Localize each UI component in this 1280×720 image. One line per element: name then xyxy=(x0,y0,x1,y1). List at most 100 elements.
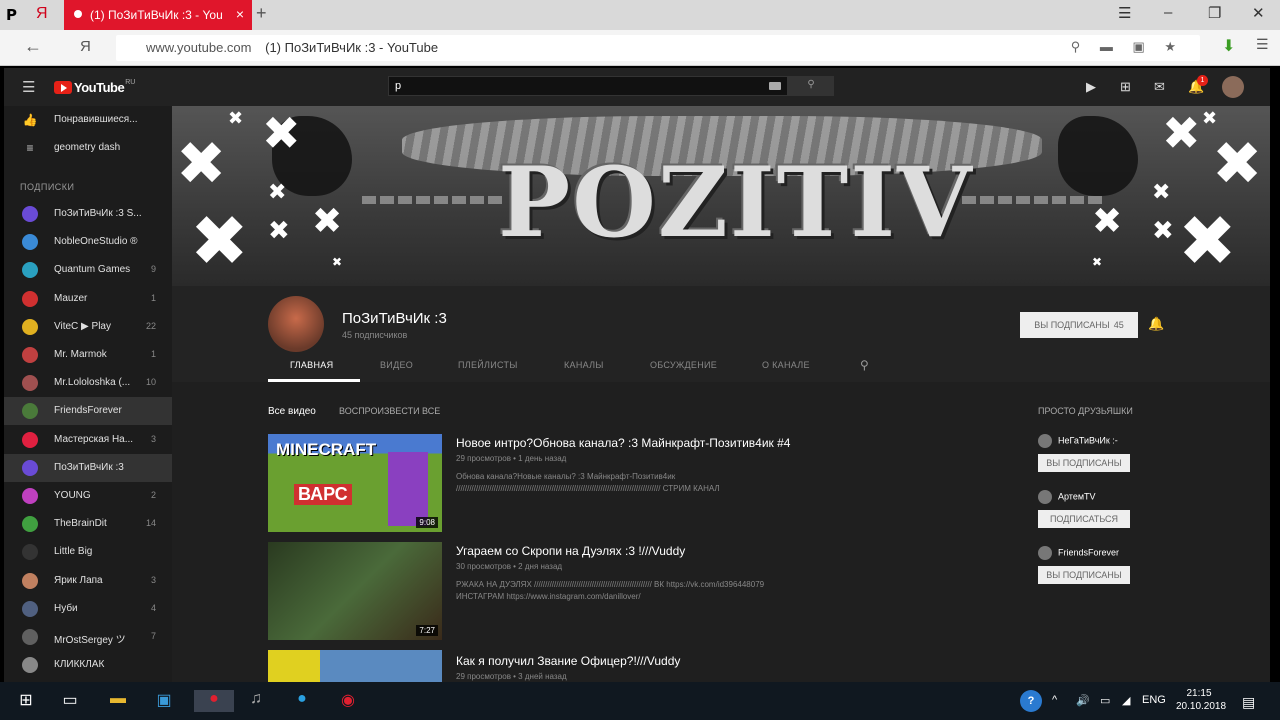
minimize-button[interactable]: – xyxy=(1164,4,1172,21)
task-view-icon[interactable]: ▭ xyxy=(58,690,82,712)
sidebar-sub-item[interactable]: NobleOneStudio ® xyxy=(4,228,172,256)
keyboard-icon[interactable] xyxy=(769,82,781,90)
sidebar-item-liked[interactable]: 👍 Понравившиеся... xyxy=(4,106,172,134)
section-all-videos[interactable]: Все видео xyxy=(268,406,316,417)
channel-name: ПоЗиТиВчИк :3 xyxy=(342,310,447,327)
sidebar-sub-item[interactable]: Mr.Lololoshka (... 10 xyxy=(4,369,172,397)
video-title-2[interactable]: Угараем со Скропи на Дуэлях :3 !///Vuddy xyxy=(456,544,685,558)
youtube-logo[interactable]: YouTube RU xyxy=(54,79,135,95)
banner-chain-left xyxy=(362,196,502,204)
tab-about[interactable]: О КАНАЛЕ xyxy=(762,360,810,370)
recorder-icon[interactable]: ◉ xyxy=(336,690,360,712)
channel-search-icon[interactable]: ⚲ xyxy=(860,358,869,372)
search-input[interactable]: p xyxy=(388,76,788,96)
sidebar-sub-item[interactable]: Little Big xyxy=(4,538,172,566)
tab-videos[interactable]: ВИДЕО xyxy=(380,360,413,370)
related-channel-2[interactable]: АртемTV xyxy=(1038,490,1096,504)
sidebar-sub-item[interactable]: Ярик Лапа 3 xyxy=(4,567,172,595)
channel-avatar[interactable] xyxy=(268,296,324,352)
sidebar-item-playlist[interactable]: ≡ geometry dash xyxy=(4,134,172,162)
play-all-link[interactable]: ВОСПРОИЗВЕСТИ ВСЕ xyxy=(339,406,440,416)
channel-header: ПоЗиТиВчИк :3 45 подписчиков ВЫ ПОДПИСАН… xyxy=(172,286,1270,382)
sidebar-sub-item[interactable]: TheBrainDit 14 xyxy=(4,510,172,538)
battery-icon[interactable]: ▭ xyxy=(1100,694,1110,707)
x-mark-icon: ✖ xyxy=(1092,255,1103,269)
sidebar-sub-item[interactable]: Quantum Games 9 xyxy=(4,256,172,284)
account-avatar[interactable] xyxy=(1222,76,1244,98)
video-thumbnail-2[interactable]: 7:27 xyxy=(268,542,442,640)
itunes-icon[interactable]: ♫ xyxy=(244,690,268,712)
store-icon[interactable]: ▣ xyxy=(152,690,176,712)
sidebar-sub-item[interactable]: YOUNG 2 xyxy=(4,482,172,510)
skype-icon[interactable]: ● xyxy=(290,690,314,712)
sidebar-sub-item[interactable]: MrOstSergey ツ 7 xyxy=(4,623,172,651)
apps-icon[interactable]: ⊞ xyxy=(1120,79,1131,95)
search-button[interactable]: ⚲ xyxy=(788,76,834,96)
related-subscribed-button-3[interactable]: ВЫ ПОДПИСАНЫ xyxy=(1038,566,1130,584)
network-icon[interactable]: ◢ xyxy=(1122,694,1130,707)
sidebar-sub-item[interactable]: Mauzer 1 xyxy=(4,285,172,313)
sidebar-sub-item[interactable]: Mr. Marmok 1 xyxy=(4,341,172,369)
tray-chevron-icon[interactable]: ^ xyxy=(1052,694,1057,706)
volume-icon[interactable]: 🔊 xyxy=(1076,694,1090,707)
video-title-1[interactable]: Новое интро?Обнова канала? :3 Майнкрафт-… xyxy=(456,436,790,450)
browser-menu-icon[interactable]: ☰ xyxy=(1256,36,1269,53)
sidebar-sub-item[interactable]: КЛИККЛАК xyxy=(4,651,172,679)
guide-menu-icon[interactable]: ☰ xyxy=(22,78,35,96)
logo-text: YouTube xyxy=(74,79,125,95)
sidebar-sub-item[interactable]: Мастерская На... 3 xyxy=(4,426,172,454)
sidebar-sub-item[interactable]: ПоЗиТиВчИк :3 xyxy=(4,453,172,482)
sidebar-sub-item[interactable]: ViteC ▶ Play 22 xyxy=(4,313,172,341)
sidebar-sub-item[interactable]: ПоЗиТиВчИк :3 S... xyxy=(4,200,172,228)
notification-bell-icon[interactable]: 🔔 xyxy=(1148,316,1164,332)
sidebar-sub-label: Mr. Marmok xyxy=(54,349,107,360)
back-button[interactable]: ← xyxy=(24,36,42,57)
subscribed-button[interactable]: ВЫ ПОДПИСАНЫ 45 xyxy=(1020,312,1138,338)
related-channel-1[interactable]: НеГаТиВчИк :- xyxy=(1038,434,1118,448)
related-subscribe-button-2[interactable]: ПОДПИСАТЬСЯ xyxy=(1038,510,1130,528)
tab-discussion[interactable]: ОБСУЖДЕНИЕ xyxy=(650,360,717,370)
help-icon[interactable]: ? xyxy=(1020,690,1042,712)
close-window-button[interactable]: ✕ xyxy=(1252,4,1265,22)
download-icon[interactable]: ⬇ xyxy=(1222,36,1242,56)
related-name: АртемTV xyxy=(1058,491,1096,502)
youtube-masthead: ☰ YouTube RU p ⚲ ▶ ⊞ ✉ 🔔 1 xyxy=(4,68,1270,106)
new-tab-button[interactable]: + xyxy=(256,3,267,24)
yandex-browser-taskbar-icon[interactable]: ● xyxy=(194,690,234,712)
sidebar-sub-item[interactable]: FriendsForever xyxy=(4,397,172,426)
yandex-home-icon[interactable]: Я xyxy=(80,38,91,55)
action-center-icon[interactable]: ▤ xyxy=(1242,694,1255,711)
sidebar-sub-label: Нуби xyxy=(54,602,78,614)
yandex-icon[interactable]: Я xyxy=(36,5,56,25)
sidebar-sub-count: 1 xyxy=(150,292,156,303)
related-subscribed-button-1[interactable]: ВЫ ПОДПИСАНЫ xyxy=(1038,454,1130,472)
sidebar-sub-label: NobleOneStudio ® xyxy=(54,236,138,248)
language-indicator[interactable]: ENG xyxy=(1142,694,1166,706)
upload-video-icon[interactable]: ▶ xyxy=(1086,79,1096,95)
sidebar-sub-label: YOUNG xyxy=(54,490,91,501)
tab-home[interactable]: ГЛАВНАЯ xyxy=(290,360,333,370)
system-clock[interactable]: 21:15 20.10.2018 xyxy=(1176,687,1226,713)
sidebar-item-label: geometry dash xyxy=(54,142,121,153)
clock-time: 21:15 xyxy=(1186,688,1212,699)
video-thumbnail-3[interactable] xyxy=(268,650,442,682)
sidebar-sub-item[interactable]: Нуби 4 xyxy=(4,595,172,623)
url-action-icons[interactable]: ⚲ ▬ ▣ ★ xyxy=(1071,39,1184,55)
tabs-icon[interactable]: ☰ xyxy=(1118,4,1131,22)
video-title-3[interactable]: Как я получил Звание Офицер?!///Vuddy xyxy=(456,654,680,668)
maximize-button[interactable]: ❐ xyxy=(1208,4,1221,22)
browser-tab-active[interactable]: (1) ПоЗиТиВчИк :3 - You × xyxy=(64,0,252,30)
browser-menu-icon[interactable]: P xyxy=(6,6,26,24)
tab-close-icon[interactable]: × xyxy=(236,6,244,22)
related-channel-3[interactable]: FriendsForever xyxy=(1038,546,1119,560)
channel-avatar-icon xyxy=(22,234,38,251)
sidebar-sub-label: FriendsForever xyxy=(54,405,122,417)
tab-playlists[interactable]: ПЛЕЙЛИСТЫ xyxy=(458,360,518,370)
start-button[interactable]: ⊞ xyxy=(14,690,38,712)
messages-icon[interactable]: ✉ xyxy=(1154,79,1165,95)
file-explorer-icon[interactable]: ▬ xyxy=(106,690,130,712)
video-thumbnail-1[interactable]: MINECRAFT ВАРС 9:08 xyxy=(268,434,442,532)
tab-channels[interactable]: КАНАЛЫ xyxy=(564,360,604,370)
x-mark-icon: ✖ xyxy=(268,180,287,205)
url-field[interactable]: www.youtube.com (1) ПоЗиТиВчИк :3 - YouT… xyxy=(116,35,1200,61)
